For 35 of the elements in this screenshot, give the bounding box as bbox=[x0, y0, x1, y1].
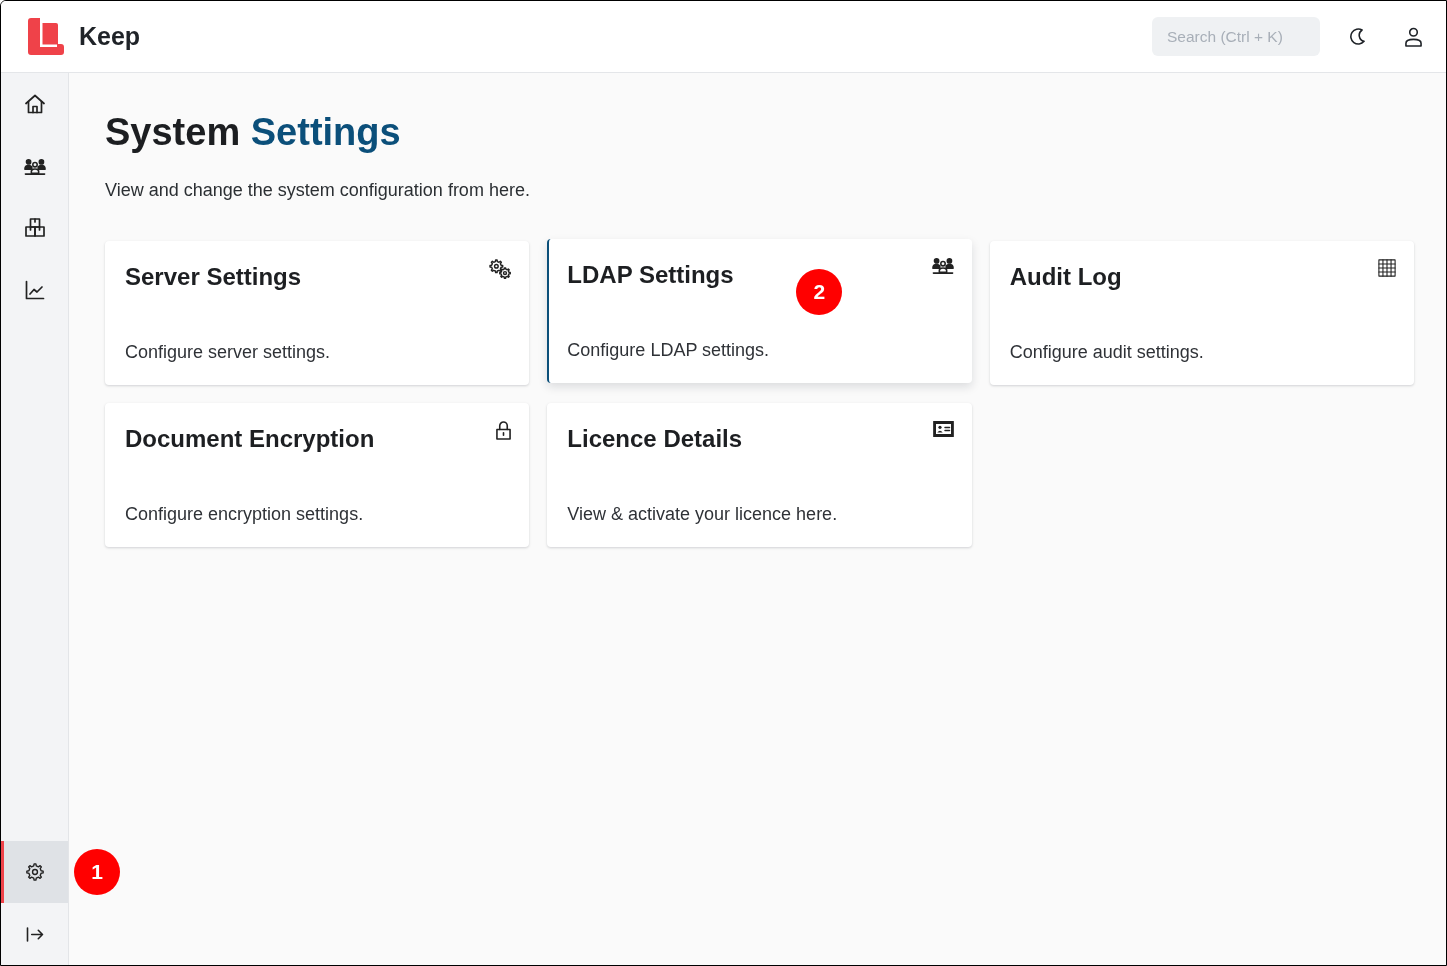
home-icon bbox=[24, 94, 45, 114]
gears-icon bbox=[489, 259, 512, 279]
logo-icon bbox=[28, 18, 64, 55]
card-description: Configure audit settings. bbox=[1009, 341, 1205, 363]
settings-card[interactable]: Document Encryption Configure encryption settings. bbox=[105, 403, 530, 547]
lock-icon bbox=[496, 421, 512, 440]
user-icon bbox=[1404, 26, 1422, 47]
card-description: Configure encryption settings. bbox=[125, 503, 365, 525]
grid-icon bbox=[1378, 259, 1396, 277]
card-title: Document Encryption bbox=[125, 424, 375, 454]
id-card-icon bbox=[932, 421, 954, 437]
chart-icon bbox=[24, 280, 45, 300]
sidebar-item[interactable] bbox=[1, 841, 68, 903]
users-icon bbox=[23, 157, 46, 175]
card-title: Server Settings bbox=[125, 262, 302, 292]
users-icon bbox=[931, 257, 954, 274]
callout-badge: 2 bbox=[796, 269, 843, 315]
boxes-icon bbox=[24, 218, 45, 238]
page-subtitle: View and change the system configuration from here. bbox=[105, 179, 531, 202]
card-title: LDAP Settings bbox=[567, 260, 734, 290]
settings-card[interactable]: Server Settings Configure server settings. bbox=[105, 241, 530, 385]
moon-icon bbox=[1349, 28, 1365, 45]
gear-icon bbox=[25, 863, 44, 881]
card-description: Configure server settings. bbox=[125, 341, 332, 363]
settings-card[interactable]: Licence Details View & activate your licence here. bbox=[547, 403, 972, 547]
card-title: Licence Details bbox=[567, 424, 743, 454]
search-field[interactable]: Search (Ctrl + K) bbox=[1152, 17, 1320, 56]
app-name: Keep bbox=[79, 22, 141, 51]
collapse-arrow-icon bbox=[25, 926, 44, 942]
settings-card[interactable]: Audit Log Configure audit settings. bbox=[989, 241, 1414, 385]
card-title: Audit Log bbox=[1009, 262, 1122, 292]
card-description: View & activate your licence here. bbox=[567, 503, 839, 525]
page-title: System Settings bbox=[105, 110, 402, 155]
card-description: Configure LDAP settings. bbox=[567, 339, 771, 361]
settings-card[interactable]: LDAP Settings Configure LDAP settings. 2 bbox=[547, 239, 972, 383]
